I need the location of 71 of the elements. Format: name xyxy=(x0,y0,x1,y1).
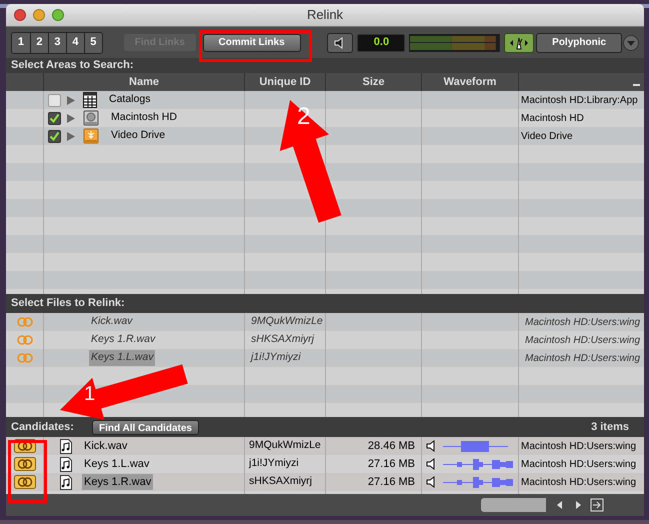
link-icon[interactable] xyxy=(14,475,36,489)
waveform xyxy=(443,457,513,471)
file-id: 9MQukWmizLe xyxy=(249,438,321,454)
highlight-box xyxy=(8,440,47,503)
item-name: Macintosh HD xyxy=(111,110,177,126)
external-drive-icon xyxy=(83,128,99,144)
item-count: 3 items xyxy=(591,420,629,435)
file-id: 9MQukWmizLe xyxy=(251,314,323,330)
path-text: Macintosh HD:Users:wing xyxy=(521,458,636,472)
file-name[interactable]: Keys 1.L.wav xyxy=(82,456,152,472)
file-id: sHKSAXmiyrj xyxy=(249,474,312,490)
speaker-button[interactable] xyxy=(326,32,354,52)
file-size: 28.46 MB xyxy=(368,438,415,454)
path-text: Macintosh HD:Users:wing xyxy=(525,334,640,348)
path-text: Macintosh HD:Users:wing xyxy=(521,476,636,490)
export-icon[interactable] xyxy=(590,498,604,512)
path-text: Macintosh HD:Users:wing xyxy=(525,316,640,330)
link-icon[interactable] xyxy=(14,457,36,471)
file-name[interactable]: Keys 1.L.wav xyxy=(89,350,156,366)
file-id: sHKSAXmiyrj xyxy=(251,332,314,348)
column-header[interactable]: Name xyxy=(129,74,159,90)
checkbox[interactable] xyxy=(48,130,61,142)
minimize-button[interactable] xyxy=(33,9,45,21)
section-title: Candidates: xyxy=(11,420,74,435)
speaker-icon[interactable] xyxy=(426,476,437,488)
item-name: Video Drive xyxy=(111,128,166,144)
step-number: 1 xyxy=(84,384,96,404)
column-header[interactable]: Unique ID xyxy=(259,74,311,90)
horizontal-scrollbar[interactable] xyxy=(481,498,546,512)
file-name[interactable]: Kick.wav xyxy=(89,314,134,330)
mode-dropdown[interactable]: Polyphonic xyxy=(536,32,622,52)
file-size: 27.16 MB xyxy=(368,456,415,472)
step-number: 2 xyxy=(297,105,310,129)
file-id: j1i!JYmiyzi xyxy=(251,350,301,366)
file-name[interactable]: Kick.wav xyxy=(82,438,130,454)
file-size: 27.16 MB xyxy=(368,474,415,490)
speaker-icon[interactable] xyxy=(426,440,437,452)
commit-links-button[interactable]: Commit Links xyxy=(202,34,301,52)
path-text: Macintosh HD:Users:wing xyxy=(521,440,636,454)
section-title: Select Areas to Search: xyxy=(11,58,134,74)
audio-file-icon xyxy=(60,474,72,490)
audio-file-icon xyxy=(60,438,72,454)
number-button[interactable]: 3 xyxy=(48,32,66,52)
number-button[interactable]: 4 xyxy=(66,32,84,52)
section-title: Select Files to Relink: xyxy=(11,296,125,310)
window-title: Relink xyxy=(306,6,344,24)
close-button[interactable] xyxy=(14,9,26,21)
checkbox[interactable] xyxy=(48,94,61,106)
find-all-candidates-button[interactable]: Find All Candidates xyxy=(92,420,199,434)
file-id: j1i!JYmiyzi xyxy=(249,456,299,472)
path-text: Macintosh HD:Users:wing xyxy=(525,352,640,366)
number-button[interactable]: 2 xyxy=(30,32,48,52)
value-display: 0.0 xyxy=(357,34,406,52)
file-name[interactable]: Keys 1.R.wav xyxy=(82,474,154,490)
checkbox[interactable] xyxy=(48,112,61,124)
speaker-icon[interactable] xyxy=(426,458,437,470)
zoom-button[interactable] xyxy=(52,9,64,21)
number-button[interactable]: 1 xyxy=(12,32,30,52)
path-text: Video Drive xyxy=(521,130,573,144)
path-text: Macintosh HD xyxy=(521,112,584,126)
metronome-icon xyxy=(509,36,530,50)
number-button[interactable]: 5 xyxy=(84,32,102,52)
audio-file-icon xyxy=(60,456,72,472)
waveform xyxy=(443,475,513,489)
column-header[interactable]: Waveform xyxy=(444,74,496,90)
column-header[interactable]: Size xyxy=(362,74,384,90)
metronome-button[interactable] xyxy=(504,32,534,52)
path-text: Macintosh HD:Library:App xyxy=(521,94,638,108)
catalog-icon xyxy=(83,92,97,108)
file-name[interactable]: Keys 1.R.wav xyxy=(89,332,158,348)
item-name: Catalogs xyxy=(109,92,150,108)
